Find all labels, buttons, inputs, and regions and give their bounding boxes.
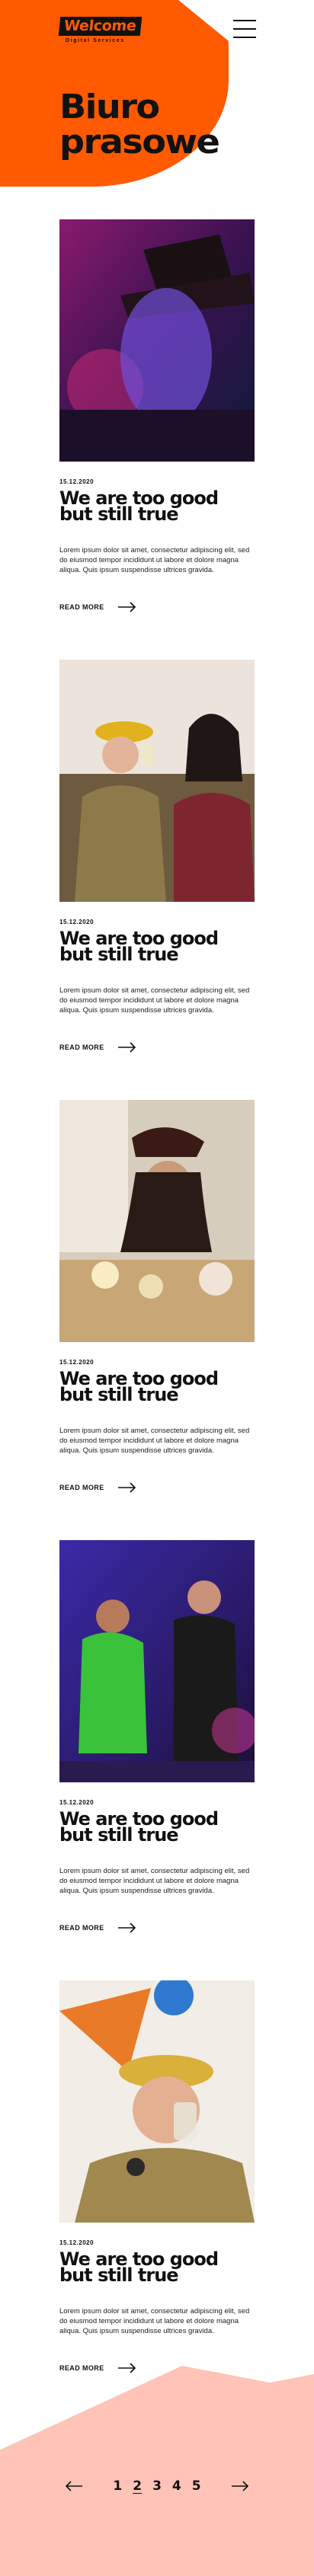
post-excerpt: Lorem ipsum dolor sit amet, consectetur … [59,1867,250,1895]
page-title: Biuro prasowe [59,88,220,161]
menu-line [233,37,256,38]
post-card: 15.12.2020 We are too good but still tru… [59,660,255,1100]
arrow-right-icon[interactable] [232,2481,248,2491]
post-excerpt: Lorem ipsum dolor sit amet, consectetur … [59,1427,250,1455]
menu-line [233,20,256,21]
post-excerpt: Lorem ipsum dolor sit amet, consectetur … [59,986,250,1015]
read-more-label: READ MORE [59,1044,104,1051]
read-more-label: READ MORE [59,2364,104,2372]
post-excerpt: Lorem ipsum dolor sit amet, consectetur … [59,546,250,574]
post-card: 15.12.2020 We are too good but still tru… [59,1540,255,1980]
page-3[interactable]: 3 [152,2479,162,2494]
post-date: 15.12.2020 [59,1799,95,1806]
post-title[interactable]: We are too good but still true [59,1369,227,1404]
page-title-line-2: prasowe [59,123,220,161]
party-photo-drinks [59,660,255,902]
logo-text: Welcome [58,17,142,36]
read-more-link[interactable]: READ MORE [59,602,136,612]
post-photo[interactable] [59,1540,255,1782]
party-photo-toast [59,1980,255,2223]
post-feed: 15.12.2020 We are too good but still tru… [59,219,255,2421]
read-more-label: READ MORE [59,1924,104,1932]
read-more-link[interactable]: READ MORE [59,2363,136,2373]
read-more-label: READ MORE [59,1484,104,1491]
read-more-link[interactable]: READ MORE [59,1482,136,1493]
post-photo[interactable] [59,1100,255,1342]
logo-subtitle: Digital Services [66,38,125,43]
arrow-right-icon [117,1922,136,1933]
page-numbers: 1 2 3 4 5 [113,2479,200,2494]
post-date: 15.12.2020 [59,919,95,925]
post-photo[interactable] [59,219,255,462]
post-date: 15.12.2020 [59,478,95,485]
menu-line [233,28,256,30]
party-photo-pirate [59,1100,255,1342]
page-4[interactable]: 4 [172,2479,181,2494]
read-more-link[interactable]: READ MORE [59,1922,136,1933]
post-photo[interactable] [59,660,255,902]
arrow-right-icon [117,2363,136,2373]
party-photo-hat [59,219,255,462]
logo[interactable]: Welcome Digital Services [58,17,149,50]
post-card: 15.12.2020 We are too good but still tru… [59,1100,255,1540]
page-5[interactable]: 5 [192,2479,201,2494]
page-1[interactable]: 1 [113,2479,122,2494]
read-more-label: READ MORE [59,603,104,611]
post-card: 15.12.2020 We are too good but still tru… [59,219,255,660]
pagination: 1 2 3 4 5 [66,2479,248,2494]
arrow-right-icon [117,1482,136,1493]
page-2[interactable]: 2 [133,2479,142,2494]
post-title[interactable]: We are too good but still true [59,929,227,964]
arrow-left-icon[interactable] [66,2481,82,2491]
footer-blob [0,2366,314,2576]
post-date: 15.12.2020 [59,2239,95,2246]
post-card: 15.12.2020 We are too good but still tru… [59,1980,255,2421]
post-title[interactable]: We are too good but still true [59,2250,227,2284]
hamburger-icon[interactable] [233,20,256,38]
read-more-link[interactable]: READ MORE [59,1042,136,1053]
post-date: 15.12.2020 [59,1359,95,1366]
post-photo[interactable] [59,1980,255,2223]
post-title[interactable]: We are too good but still true [59,489,227,523]
post-title[interactable]: We are too good but still true [59,1810,227,1844]
party-photo-dance [59,1540,255,1782]
page-title-line-1: Biuro [59,88,160,126]
post-excerpt: Lorem ipsum dolor sit amet, consectetur … [59,2307,250,2335]
arrow-right-icon [117,602,136,612]
arrow-right-icon [117,1042,136,1053]
